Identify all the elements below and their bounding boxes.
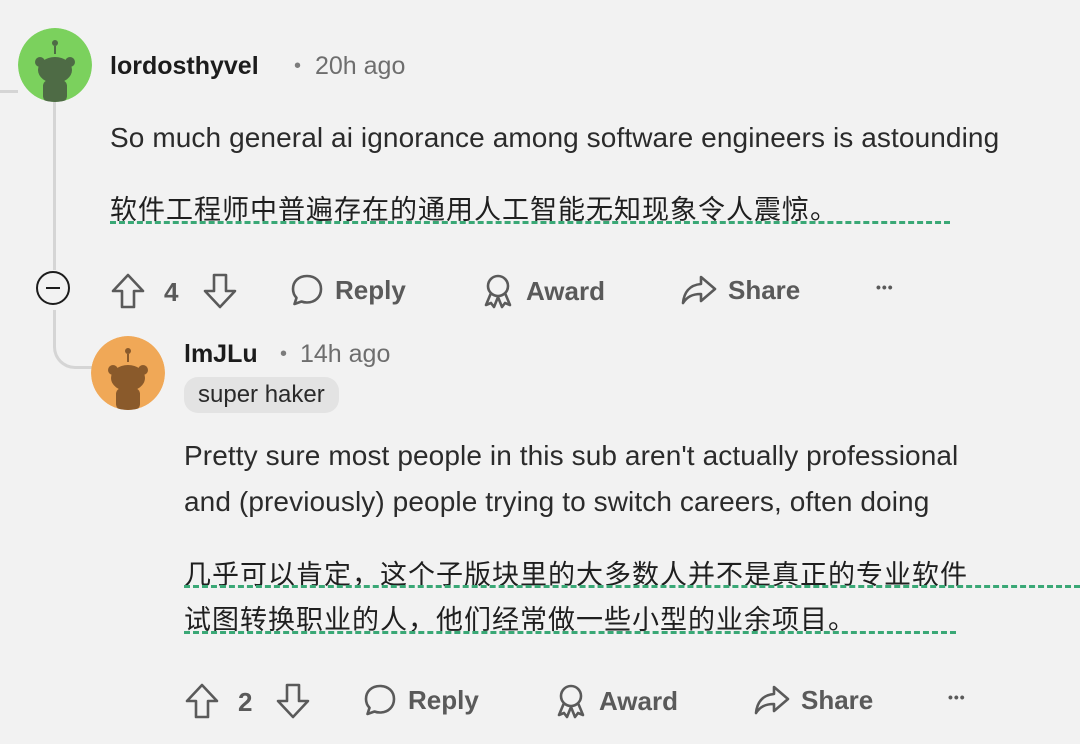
comment-author[interactable]: lmJLu [184, 340, 258, 369]
thread-connector [0, 50, 18, 93]
comment-body-line: and (previously) people trying to switch… [184, 486, 930, 517]
reply-label: Reply [335, 274, 406, 305]
comment-thread: lordosthyvel • 20h ago So much general a… [0, 0, 1080, 744]
comment-body-line: Pretty sure most people in this sub aren… [184, 440, 959, 471]
downvote-icon[interactable] [202, 272, 238, 310]
award-label: Award [599, 685, 678, 716]
reply-button[interactable]: Reply [362, 682, 479, 718]
upvote-icon[interactable] [110, 272, 146, 310]
award-button[interactable]: Award [480, 272, 605, 310]
collapse-thread-button[interactable] [36, 271, 70, 305]
translation-underline [184, 631, 956, 634]
comment-timestamp[interactable]: 20h ago [315, 52, 405, 81]
vote-count: 2 [238, 687, 253, 717]
translation-underline [184, 585, 1080, 588]
award-icon [557, 684, 585, 719]
meta-separator: • [280, 343, 288, 365]
collapse-minus-icon [46, 286, 60, 290]
user-flair: super haker [184, 377, 339, 413]
more-options-button[interactable]: ••• [876, 279, 894, 295]
award-button[interactable]: Award [553, 682, 678, 720]
thread-branch [53, 310, 96, 369]
share-arrow-icon [681, 275, 717, 305]
downvote-icon[interactable] [275, 682, 311, 720]
comment-body: So much general ai ignorance among softw… [110, 122, 1000, 153]
reply-label: Reply [408, 684, 479, 715]
vote-count: 4 [164, 277, 179, 307]
upvote-icon[interactable] [184, 682, 220, 720]
award-label: Award [526, 275, 605, 306]
share-label: Share [728, 274, 801, 305]
avatar[interactable] [91, 336, 165, 410]
more-options-button[interactable]: ••• [948, 689, 966, 705]
share-button[interactable]: Share [753, 682, 873, 718]
share-arrow-icon [754, 685, 790, 715]
comment-timestamp[interactable]: 14h ago [300, 340, 390, 369]
avatar[interactable] [18, 28, 92, 102]
share-label: Share [801, 684, 874, 715]
reply-button[interactable]: Reply [289, 272, 406, 308]
meta-separator: • [294, 55, 302, 77]
reply-bubble-icon [291, 274, 323, 306]
snoo-avatar-icon [91, 336, 165, 410]
reply-bubble-icon [364, 684, 396, 716]
snoo-avatar-icon [18, 28, 92, 102]
award-icon [484, 274, 512, 309]
comment-author[interactable]: lordosthyvel [110, 52, 259, 81]
translation-underline [110, 221, 950, 224]
share-button[interactable]: Share [680, 272, 800, 308]
thread-line[interactable] [53, 102, 56, 270]
